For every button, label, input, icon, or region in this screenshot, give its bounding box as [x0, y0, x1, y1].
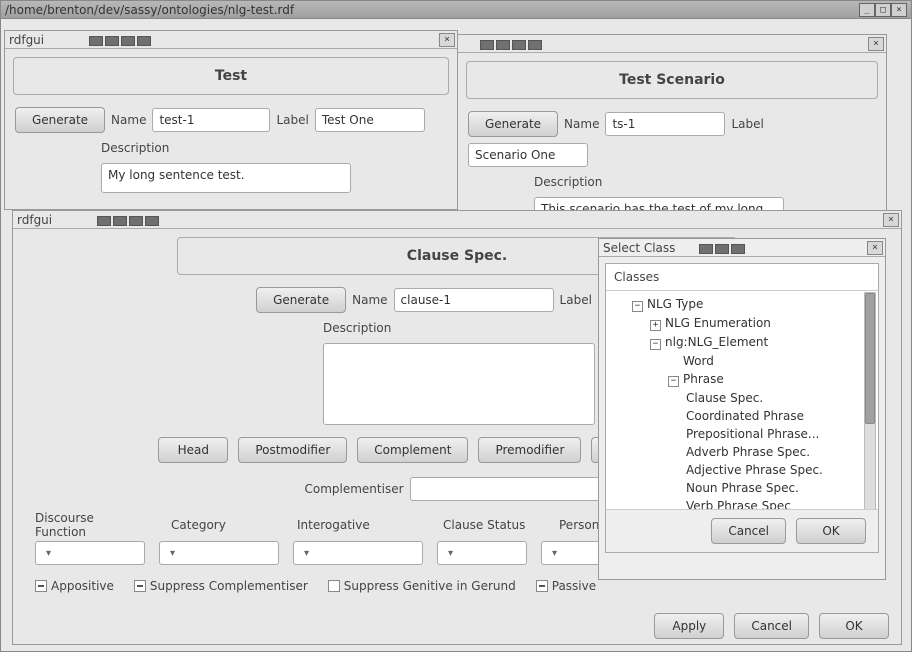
test-name-input[interactable] — [152, 108, 270, 132]
clause-desc-textarea[interactable] — [323, 343, 595, 425]
interrogative-label: Interogative — [297, 518, 417, 532]
test-frame: rdfgui × Test Generate Name Label Descri… — [4, 30, 458, 210]
appositive-checkbox[interactable]: Appositive — [35, 579, 114, 593]
tree-node[interactable]: Adverb Phrase Spec. — [614, 443, 870, 461]
main-title: /home/brenton/dev/sassy/ontologies/nlg-t… — [5, 3, 859, 17]
head-button[interactable]: Head — [158, 437, 228, 463]
scenario-label-input[interactable] — [468, 143, 588, 167]
select-class-close-icon[interactable]: × — [867, 241, 883, 255]
scenario-name-label: Name — [564, 117, 599, 131]
tree-node[interactable]: +NLG Enumeration — [614, 314, 870, 333]
scrollbar[interactable] — [864, 292, 876, 512]
clause-name-label: Name — [352, 293, 387, 307]
clause-cancel-button[interactable]: Cancel — [734, 613, 809, 639]
scenario-label-label: Label — [731, 117, 763, 131]
select-class-title: Select Class — [603, 241, 675, 255]
clause-generate-button[interactable]: Generate — [256, 287, 346, 313]
clause-name-input[interactable] — [394, 288, 554, 312]
interrogative-select[interactable] — [293, 541, 423, 565]
tree-node[interactable]: −nlg:NLG_Element — [614, 333, 870, 352]
postmodifier-button[interactable]: Postmodifier — [238, 437, 347, 463]
tree-node[interactable]: Coordinated Phrase — [614, 407, 870, 425]
tree-node[interactable]: −Phrase — [614, 370, 870, 389]
test-label-label: Label — [276, 113, 308, 127]
tree-node[interactable]: −NLG Type — [614, 295, 870, 314]
clause-apply-button[interactable]: Apply — [654, 613, 724, 639]
tree-node[interactable]: Word — [614, 352, 870, 370]
tree-node[interactable]: Adjective Phrase Spec. — [614, 461, 870, 479]
test-desc-label: Description — [101, 141, 169, 155]
clause-desc-label: Description — [323, 321, 391, 335]
scenario-generate-button[interactable]: Generate — [468, 111, 558, 137]
select-class-dialog: Select Class × Classes −NLG Type +NLG En… — [598, 238, 886, 580]
clause-status-label: Clause Status — [443, 518, 533, 532]
main-titlebar[interactable]: /home/brenton/dev/sassy/ontologies/nlg-t… — [1, 1, 911, 19]
clause-status-select[interactable] — [437, 541, 527, 565]
passive-checkbox[interactable]: Passive — [536, 579, 596, 593]
tree-node[interactable]: Noun Phrase Spec. — [614, 479, 870, 497]
test-name-label: Name — [111, 113, 146, 127]
clause-mini-title: rdfgui — [17, 213, 52, 227]
test-mini-title: rdfgui — [9, 33, 44, 47]
scenario-frame: × Test Scenario Generate Name Label Desc… — [457, 34, 887, 214]
clause-titlebar[interactable]: rdfgui × — [13, 211, 901, 229]
tree-node[interactable]: Clause Spec. — [614, 389, 870, 407]
max-icon[interactable]: □ — [875, 3, 891, 17]
test-header: Test — [13, 57, 449, 95]
classes-header: Classes — [606, 264, 878, 291]
category-select[interactable] — [159, 541, 279, 565]
suppress-comp-checkbox[interactable]: Suppress Complementiser — [134, 579, 308, 593]
class-tree: −NLG Type +NLG Enumeration −nlg:NLG_Elem… — [606, 291, 878, 519]
scenario-name-input[interactable] — [605, 112, 725, 136]
scenario-close-icon[interactable]: × — [868, 37, 884, 51]
scenario-desc-label: Description — [534, 175, 602, 189]
tree-node[interactable]: Prepositional Phrase... — [614, 425, 870, 443]
select-class-ok-button[interactable]: OK — [796, 518, 866, 544]
discourse-label: Discourse Function — [35, 511, 145, 539]
clause-label-label: Label — [560, 293, 592, 307]
test-label-input[interactable] — [315, 108, 425, 132]
test-desc-textarea[interactable]: My long sentence test. — [101, 163, 351, 193]
close-icon[interactable]: × — [891, 3, 907, 17]
scenario-header: Test Scenario — [466, 61, 878, 99]
complementiser-label: Complementiser — [304, 482, 403, 496]
complement-button[interactable]: Complement — [357, 437, 468, 463]
test-titlebar[interactable]: rdfgui × — [5, 31, 457, 49]
complementiser-input[interactable] — [410, 477, 610, 501]
clause-close-icon[interactable]: × — [883, 213, 899, 227]
premodifier-button[interactable]: Premodifier — [478, 437, 581, 463]
test-close-icon[interactable]: × — [439, 33, 455, 47]
min-icon[interactable]: _ — [859, 3, 875, 17]
clause-ok-button[interactable]: OK — [819, 613, 889, 639]
select-class-cancel-button[interactable]: Cancel — [711, 518, 786, 544]
test-generate-button[interactable]: Generate — [15, 107, 105, 133]
discourse-select[interactable] — [35, 541, 145, 565]
category-label: Category — [171, 518, 271, 532]
scenario-titlebar[interactable]: × — [458, 35, 886, 53]
suppress-gen-checkbox[interactable]: Suppress Genitive in Gerund — [328, 579, 516, 593]
select-class-titlebar[interactable]: Select Class × — [599, 239, 885, 257]
